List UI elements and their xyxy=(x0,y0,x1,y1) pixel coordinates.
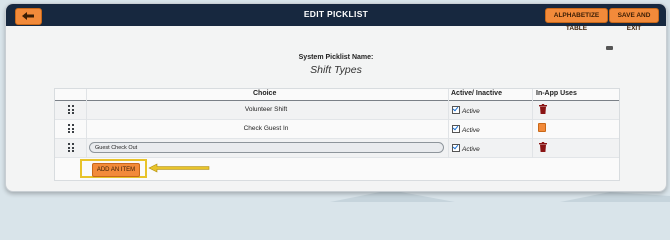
add-item-button[interactable]: ADD AN ITEM xyxy=(92,163,140,177)
active-toggle[interactable]: Active xyxy=(452,106,480,115)
trash-icon[interactable] xyxy=(539,142,547,152)
drag-handle-icon[interactable] xyxy=(68,105,74,114)
column-header-choice: Choice xyxy=(253,90,277,97)
add-item-row: ADD AN ITEM xyxy=(55,158,619,179)
edit-picklist-dialog: EDIT PICKLIST ALPHABETIZE TABLE SAVE AND… xyxy=(5,3,667,192)
save-and-exit-button[interactable]: SAVE AND EXIT xyxy=(609,8,659,32)
keyboard-icon[interactable] xyxy=(606,46,613,50)
system-picklist-name-label: System Picklist Name: xyxy=(298,54,374,61)
in-use-badge-icon xyxy=(538,123,546,132)
system-picklist-name: Shift Types xyxy=(310,64,362,76)
choice-label: Check Guest In xyxy=(243,125,289,132)
column-header-active: Active/ Inactive xyxy=(451,90,502,97)
choice-input[interactable] xyxy=(89,142,444,153)
column-divider xyxy=(86,89,87,158)
table-row: Active xyxy=(55,139,619,158)
column-divider xyxy=(532,89,533,158)
table-header: Choice Active/ Inactive In-App Uses xyxy=(55,89,619,101)
dialog-header: EDIT PICKLIST ALPHABETIZE TABLE SAVE AND… xyxy=(6,4,666,32)
table-row: Volunteer Shift Active xyxy=(55,101,619,120)
active-label: Active xyxy=(462,108,480,115)
active-label: Active xyxy=(462,146,480,153)
table-row: Check Guest In Active xyxy=(55,120,619,139)
active-toggle[interactable]: Active xyxy=(452,144,480,153)
callout-arrow-icon xyxy=(148,163,210,173)
checkbox-checked-icon[interactable] xyxy=(452,106,460,114)
picklist-table: Choice Active/ Inactive In-App Uses Volu… xyxy=(54,88,620,181)
checkbox-checked-icon[interactable] xyxy=(452,125,460,133)
active-toggle[interactable]: Active xyxy=(452,125,480,134)
checkbox-checked-icon[interactable] xyxy=(452,144,460,152)
alphabetize-table-button[interactable]: ALPHABETIZE TABLE xyxy=(545,8,608,32)
column-divider xyxy=(448,89,449,158)
active-label: Active xyxy=(462,127,480,134)
drag-handle-icon[interactable] xyxy=(68,124,74,133)
choice-label: Volunteer Shift xyxy=(244,106,288,113)
drag-handle-icon[interactable] xyxy=(68,143,74,152)
trash-icon[interactable] xyxy=(539,104,547,114)
column-header-in-app-uses: In-App Uses xyxy=(536,90,577,97)
